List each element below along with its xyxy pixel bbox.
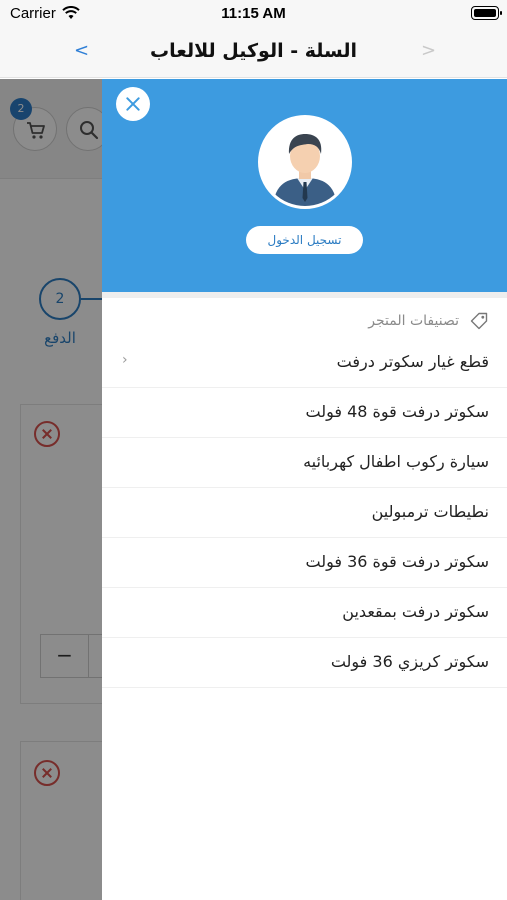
category-label: سكوتر درفت قوة 48 فولت xyxy=(305,402,489,421)
category-item[interactable]: سكوتر كريزي 36 فولت xyxy=(102,638,507,688)
status-time: 11:15 AM xyxy=(221,5,286,22)
drawer-header: تسجيل الدخول xyxy=(102,79,507,292)
category-label: قطع غيار سكوتر درفت xyxy=(336,352,489,371)
status-bar: Carrier 11:15 AM xyxy=(0,0,507,28)
category-list: قطع غيار سكوتر درفت › سكوتر درفت قوة 48 … xyxy=(102,338,507,688)
divider xyxy=(102,292,507,298)
category-label: سكوتر درفت قوة 36 فولت xyxy=(305,552,489,571)
category-label: نطيطات ترمبولين xyxy=(371,502,489,521)
category-item[interactable]: قطع غيار سكوتر درفت › xyxy=(102,338,507,388)
side-menu-drawer: تسجيل الدخول تصنيفات المتجر قطع غيار سكو… xyxy=(102,79,507,900)
close-icon[interactable] xyxy=(116,87,150,121)
avatar-icon xyxy=(258,115,352,209)
category-item[interactable]: سكوتر درفت قوة 36 فولت xyxy=(102,538,507,588)
category-label: سيارة ركوب اطفال كهربائيه xyxy=(303,452,489,471)
category-label: سكوتر درفت بمقعدين xyxy=(342,602,489,621)
chevron-right-icon: › xyxy=(122,352,128,368)
category-item[interactable]: نطيطات ترمبولين xyxy=(102,488,507,538)
categories-title: تصنيفات المتجر xyxy=(368,313,459,329)
battery-icon xyxy=(471,6,502,20)
navigation-bar: < السلة - الوكيل للالعاب > xyxy=(0,28,507,78)
category-item[interactable]: سكوتر درفت بمقعدين xyxy=(102,588,507,638)
tag-icon xyxy=(470,312,488,330)
category-item[interactable]: سكوتر درفت قوة 48 فولت xyxy=(102,388,507,438)
login-button[interactable]: تسجيل الدخول xyxy=(246,226,363,254)
category-label: سكوتر كريزي 36 فولت xyxy=(330,652,489,671)
category-item[interactable]: سيارة ركوب اطفال كهربائيه xyxy=(102,438,507,488)
forward-button[interactable]: > xyxy=(421,40,436,61)
categories-heading: تصنيفات المتجر xyxy=(368,310,489,332)
